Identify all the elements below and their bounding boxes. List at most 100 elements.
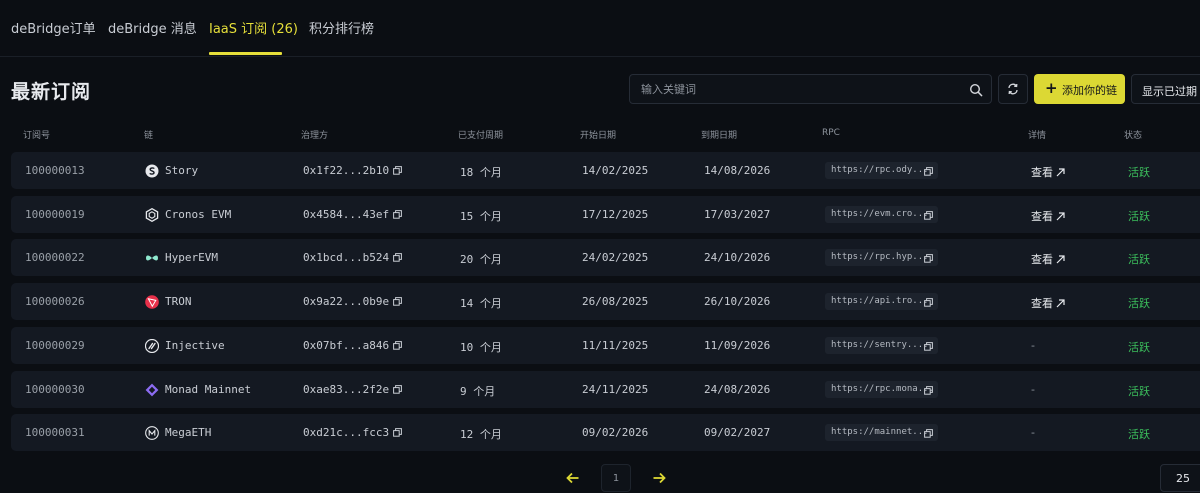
table-row[interactable]: 100000022 HyperEVM 0x1bcd...b524 20 个月 24/02… <box>11 239 1200 277</box>
copy-icon[interactable] <box>393 165 402 178</box>
table-row[interactable]: 100000013 Story 0x1f22...2b10 18 个月 14/02/20… <box>11 152 1200 189</box>
table-row[interactable]: 100000019 Cronos EVM 0x4584...43ef 15 个月 17/… <box>11 195 1200 233</box>
rpc-url-pill: https://mainnet... <box>825 424 938 442</box>
subscription-id: 100000031 <box>25 426 85 440</box>
rpc-url-pill: https://rpc.ody... <box>825 162 938 179</box>
end-date: 24/08/2026 <box>704 382 771 396</box>
view-details-link[interactable]: 查看 <box>1031 251 1065 267</box>
start-date: 11/11/2025 <box>582 338 649 352</box>
next-page-arrow-icon[interactable] <box>651 470 667 486</box>
copy-icon[interactable] <box>924 253 933 270</box>
page-size-select[interactable]: 25 <box>1160 464 1200 492</box>
page-title: 最新订阅 <box>11 81 92 103</box>
view-details-link[interactable]: 查看 <box>1031 164 1065 180</box>
status-badge: 活跃 <box>1128 253 1150 267</box>
view-details-label: 查看 <box>1031 209 1053 223</box>
owner-address: 0x1bcd...b524 <box>303 251 402 265</box>
copy-icon[interactable] <box>393 384 402 397</box>
paid-period: 18 个月 <box>460 166 502 179</box>
chain-name: TRON <box>165 295 192 309</box>
copy-icon[interactable] <box>924 341 933 358</box>
copy-icon[interactable] <box>924 428 933 445</box>
column-header-status: 状态 <box>1124 131 1143 141</box>
copy-icon[interactable] <box>924 210 933 227</box>
show-expired-button[interactable]: 显示已过期 <box>1131 74 1200 104</box>
rpc-url: https://rpc.mona... <box>831 383 934 394</box>
table-header: 订阅号 链 治理方 已支付周期 开始日期 到期日期 RPC 详情 状态 <box>0 122 1200 144</box>
subscription-id: 100000026 <box>25 295 85 309</box>
add-your-chain-button[interactable]: + 添加你的链 <box>1034 74 1125 104</box>
owner-address: 0x9a22...0b9e <box>303 295 402 309</box>
search-input[interactable] <box>630 75 960 103</box>
status-badge: 活跃 <box>1128 209 1150 223</box>
previous-page-arrow-icon[interactable] <box>565 470 581 486</box>
rpc-url-pill: https://rpc.hyp... <box>825 249 938 267</box>
external-link-arrow-icon <box>1056 212 1065 221</box>
owner-address-text: 0x1bcd...b524 <box>303 251 390 265</box>
show-expired-label: 显示已过期 <box>1142 85 1197 98</box>
rpc-url: https://sentry.... <box>831 339 929 350</box>
story-icon <box>145 163 159 178</box>
current-page-number[interactable]: 1 <box>601 464 631 492</box>
column-header-details: 详情 <box>1028 131 1047 141</box>
add-your-chain-label: 添加你的链 <box>1062 84 1117 97</box>
view-details-label: 查看 <box>1031 166 1053 179</box>
subscription-id: 100000030 <box>25 382 85 396</box>
paid-period: 20 个月 <box>460 253 502 267</box>
table-row[interactable]: 100000026 TRON 0x9a22...0b9e 14 个月 26/08/202… <box>11 283 1200 321</box>
copy-icon[interactable] <box>393 296 402 309</box>
details-empty: - <box>1031 338 1035 352</box>
end-date: 14/08/2026 <box>704 164 771 177</box>
owner-address-text: 0x4584...43ef <box>303 207 390 221</box>
external-link-arrow-icon <box>1056 168 1065 177</box>
paid-period: 10 个月 <box>460 340 502 354</box>
search-icon[interactable] <box>969 83 983 97</box>
start-date: 24/11/2025 <box>582 382 649 396</box>
tab-points-leaderboard[interactable]: 积分排行榜 <box>309 18 374 37</box>
table-row[interactable]: 100000031 MegaETH 0xd21c...fcc3 12 个月 09/02/… <box>11 414 1200 452</box>
refresh-icon <box>1008 83 1018 95</box>
paid-period: 9 个月 <box>460 384 496 398</box>
details-empty: - <box>1031 426 1035 440</box>
external-link-arrow-icon <box>1056 255 1065 264</box>
details-empty: - <box>1031 382 1035 396</box>
table-row[interactable]: 100000029 Injective 0x07bf...a846 10 个月 11/1… <box>11 326 1200 364</box>
tab-debridge-messages[interactable]: deBridge 消息 <box>108 18 197 37</box>
column-header-start-date: 开始日期 <box>580 131 617 141</box>
tab-debridge-orders[interactable]: deBridge订单 <box>11 18 96 37</box>
status-badge: 活跃 <box>1128 428 1150 442</box>
paid-period: 12 个月 <box>460 428 502 442</box>
view-details-link[interactable]: 查看 <box>1031 208 1065 224</box>
view-details-link[interactable]: 查看 <box>1031 295 1065 311</box>
copy-icon[interactable] <box>924 385 933 402</box>
copy-icon[interactable] <box>924 297 933 314</box>
owner-address-text: 0x07bf...a846 <box>303 338 390 352</box>
rpc-url-pill: https://evm.cro... <box>825 205 938 223</box>
status-badge: 活跃 <box>1128 340 1150 354</box>
column-header-rpc: RPC <box>822 128 840 138</box>
paid-period: 15 个月 <box>460 209 502 223</box>
column-header-subscription-id: 订阅号 <box>23 131 51 141</box>
external-link-arrow-icon <box>1056 299 1065 308</box>
copy-icon[interactable] <box>393 209 402 222</box>
rpc-url: https://rpc.hyp... <box>831 252 929 263</box>
owner-address-text: 0xd21c...fcc3 <box>303 426 390 440</box>
copy-icon[interactable] <box>393 252 402 265</box>
paid-period: 14 个月 <box>460 297 502 311</box>
subscription-id: 100000019 <box>25 207 85 221</box>
table-row[interactable]: 100000030 Monad Mainnet 0xae83...2f2e 9 个月 2… <box>11 370 1200 408</box>
end-date: 09/02/2027 <box>704 426 771 440</box>
copy-icon[interactable] <box>393 427 402 440</box>
start-date: 17/12/2025 <box>582 207 649 221</box>
chain-name: MegaETH <box>165 426 212 440</box>
rpc-url-pill: https://sentry.... <box>825 336 938 354</box>
subscription-id: 100000029 <box>25 338 85 352</box>
subscription-id: 100000013 <box>25 164 85 177</box>
copy-icon[interactable] <box>924 166 933 183</box>
injective-icon <box>144 338 160 353</box>
tab-iaas-subscriptions[interactable]: IaaS 订阅 (26) <box>209 18 298 37</box>
refresh-button[interactable] <box>998 74 1028 104</box>
owner-address-text: 0xae83...2f2e <box>303 382 390 396</box>
copy-icon[interactable] <box>393 340 402 353</box>
tron-icon <box>145 294 159 309</box>
